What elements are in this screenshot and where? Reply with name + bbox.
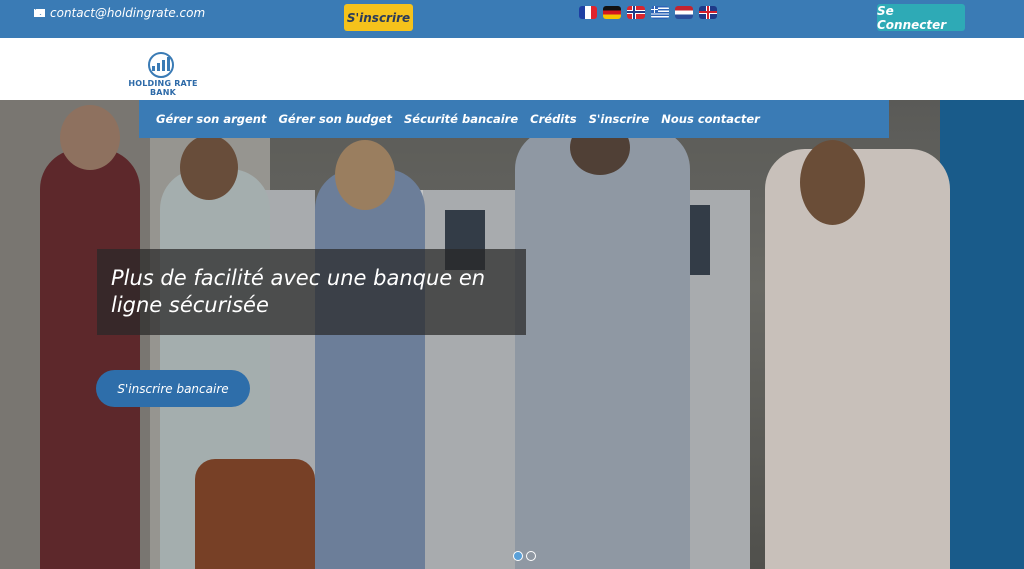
gb-flag-icon[interactable] xyxy=(699,6,717,19)
logo-text: HOLDING RATE BANK xyxy=(128,79,198,97)
nav-item-signup[interactable]: S'inscrire xyxy=(589,112,650,126)
gr-flag-icon[interactable] xyxy=(651,6,669,19)
nav-item-manage-budget[interactable]: Gérer son budget xyxy=(278,112,392,126)
login-button[interactable]: Se Connecter xyxy=(877,4,965,32)
fr-flag-icon[interactable] xyxy=(579,6,597,19)
contact-email[interactable]: contact@holdingrate.com xyxy=(34,6,205,20)
carousel-dot-1[interactable] xyxy=(513,551,523,561)
main-nav: Gérer son argent Gérer son budget Sécuri… xyxy=(139,100,889,138)
carousel-dot-2[interactable] xyxy=(526,551,536,561)
bank-logo[interactable]: HOLDING RATE BANK xyxy=(115,52,211,97)
hero-caption: Plus de facilité avec une banque en lign… xyxy=(97,249,526,335)
de-flag-icon[interactable] xyxy=(603,6,621,19)
header: HOLDING RATE BANK xyxy=(0,38,1024,100)
language-selector xyxy=(579,6,717,19)
carousel-indicators xyxy=(513,551,536,561)
nav-item-credits[interactable]: Crédits xyxy=(530,112,576,126)
envelope-icon xyxy=(34,9,45,17)
contact-email-text[interactable]: contact@holdingrate.com xyxy=(50,6,205,20)
logo-chart-icon xyxy=(148,52,174,78)
nl-flag-icon[interactable] xyxy=(675,6,693,19)
signup-button[interactable]: S'inscrire xyxy=(344,4,413,31)
nav-item-security[interactable]: Sécurité bancaire xyxy=(404,112,518,126)
top-bar: contact@holdingrate.com S'inscrire Se Co… xyxy=(0,0,1024,38)
hero-signup-button[interactable]: S'inscrire bancaire xyxy=(96,370,250,407)
hero-headline: Plus de facilité avec une banque en lign… xyxy=(111,266,486,317)
nav-item-contact[interactable]: Nous contacter xyxy=(661,112,760,126)
nav-item-manage-money[interactable]: Gérer son argent xyxy=(156,112,266,126)
no-flag-icon[interactable] xyxy=(627,6,645,19)
